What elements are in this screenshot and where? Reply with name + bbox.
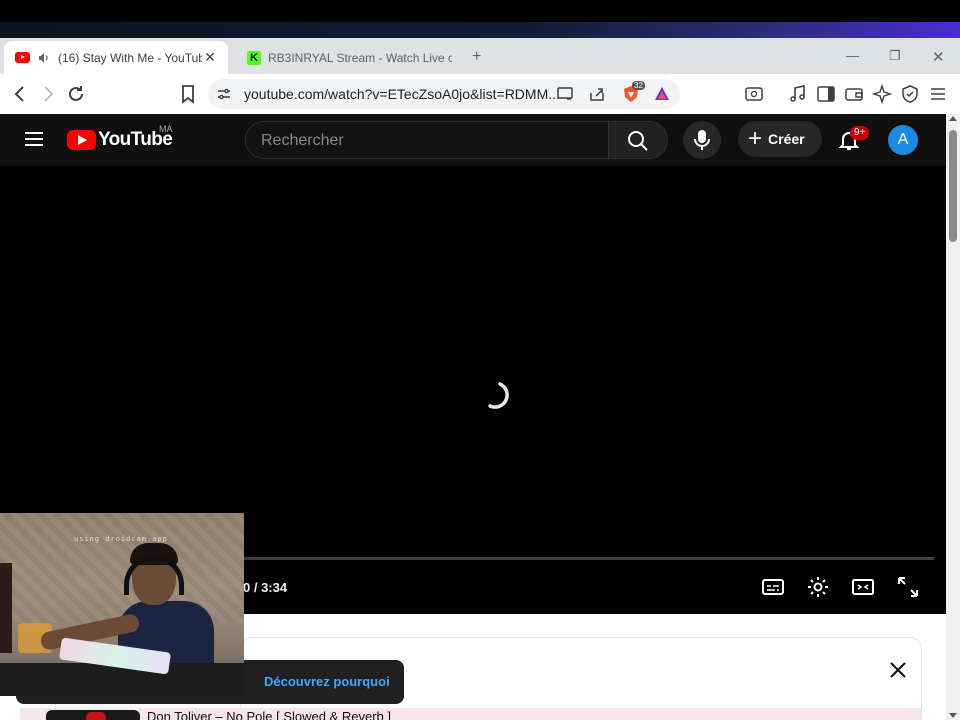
subtitles-icon[interactable] bbox=[761, 575, 785, 599]
bookmark-icon[interactable] bbox=[176, 82, 200, 106]
time-display: 0 / 3:34 bbox=[243, 580, 288, 595]
shield-count-badge: 32 bbox=[632, 81, 645, 90]
search-input[interactable]: Rechercher bbox=[245, 121, 608, 159]
tab-search-icon[interactable] bbox=[744, 84, 764, 104]
create-button[interactable]: + Créer bbox=[738, 121, 822, 157]
cast-icon[interactable] bbox=[556, 85, 574, 103]
os-top-strip bbox=[0, 0, 960, 38]
plus-icon: + bbox=[748, 125, 763, 152]
leo-ai-icon[interactable] bbox=[872, 84, 892, 104]
avatar[interactable]: A bbox=[888, 125, 918, 155]
scrollbar-thumb[interactable] bbox=[949, 130, 957, 242]
list-item[interactable]: Don Toliver – No Pole [ Slowed & Reverb … bbox=[20, 708, 922, 720]
restore-icon[interactable]: ❐ bbox=[889, 48, 901, 64]
youtube-play-icon bbox=[67, 130, 96, 150]
theater-mode-icon[interactable] bbox=[851, 575, 875, 599]
progress-bar[interactable] bbox=[240, 557, 934, 560]
vpn-icon[interactable] bbox=[900, 84, 920, 104]
wall-background bbox=[0, 513, 244, 623]
browser-menu-icon[interactable] bbox=[928, 84, 948, 104]
search-icon bbox=[628, 131, 648, 151]
tab-youtube[interactable]: (16) Stay With Me - YouTube ✕ bbox=[4, 41, 228, 74]
speaker-icon[interactable] bbox=[36, 50, 52, 66]
sidebar-icon[interactable] bbox=[816, 84, 836, 104]
site-info-icon[interactable] bbox=[216, 86, 232, 102]
tab-title: (16) Stay With Me - YouTube bbox=[58, 50, 202, 65]
tab-kick[interactable]: K RB3INRYAL Stream - Watch Live on K bbox=[236, 41, 462, 74]
reload-icon[interactable] bbox=[64, 82, 88, 106]
loading-spinner-icon bbox=[488, 382, 509, 409]
youtube-header: YouTube MA Rechercher + Créer 9+ A bbox=[0, 114, 946, 166]
page-scrollbar[interactable] bbox=[946, 114, 960, 720]
close-window-icon[interactable]: ✕ bbox=[932, 48, 945, 66]
search-button[interactable] bbox=[608, 121, 668, 159]
new-tab-button[interactable]: + bbox=[472, 48, 481, 66]
learn-why-link[interactable]: Découvrez pourquoi bbox=[264, 674, 390, 689]
microphone-icon bbox=[694, 130, 710, 150]
address-bar: youtube.com/watch?v=ETecZsoA0jo&list=RDM… bbox=[0, 74, 960, 114]
webcam-overlay: using droidcam.app bbox=[0, 513, 244, 696]
omnibox[interactable]: youtube.com/watch?v=ETecZsoA0jo&list=RDM… bbox=[208, 79, 680, 109]
youtube-logo[interactable]: YouTube MA bbox=[67, 124, 173, 152]
brave-rewards-icon[interactable] bbox=[653, 85, 671, 103]
kick-icon: K bbox=[246, 50, 262, 66]
youtube-icon bbox=[14, 50, 30, 66]
country-code: MA bbox=[159, 124, 173, 134]
settings-gear-icon[interactable] bbox=[806, 575, 830, 599]
tab-title: RB3INRYAL Stream - Watch Live on K bbox=[268, 50, 452, 65]
notifications-badge: 9+ bbox=[850, 126, 870, 140]
webcam-watermark: using droidcam.app bbox=[74, 535, 168, 543]
forward-icon[interactable] bbox=[36, 82, 60, 106]
pc-case bbox=[0, 563, 12, 653]
media-controls-icon[interactable] bbox=[788, 84, 808, 104]
hamburger-menu-icon[interactable] bbox=[24, 131, 44, 147]
close-icon[interactable] bbox=[888, 660, 908, 680]
share-icon[interactable] bbox=[588, 85, 606, 103]
back-icon[interactable] bbox=[8, 82, 32, 106]
create-label: Créer bbox=[768, 131, 805, 147]
minimize-icon[interactable]: — bbox=[846, 48, 859, 63]
close-tab-icon[interactable]: ✕ bbox=[202, 49, 218, 66]
tab-bar: (16) Stay With Me - YouTube ✕ K RB3INRYA… bbox=[0, 38, 960, 74]
scroll-down-icon[interactable] bbox=[949, 713, 957, 718]
thumbnail-art bbox=[86, 712, 106, 720]
wallet-icon[interactable] bbox=[844, 84, 864, 104]
search-placeholder: Rechercher bbox=[261, 132, 344, 149]
url-text: youtube.com/watch?v=ETecZsoA0jo&list=RDM… bbox=[244, 86, 560, 102]
accent-gradient bbox=[0, 22, 960, 38]
video-title[interactable]: Don Toliver – No Pole [ Slowed & Reverb … bbox=[147, 709, 391, 720]
voice-search-button[interactable] bbox=[683, 121, 721, 159]
fullscreen-icon[interactable] bbox=[896, 575, 920, 599]
scroll-up-icon[interactable] bbox=[949, 116, 957, 121]
